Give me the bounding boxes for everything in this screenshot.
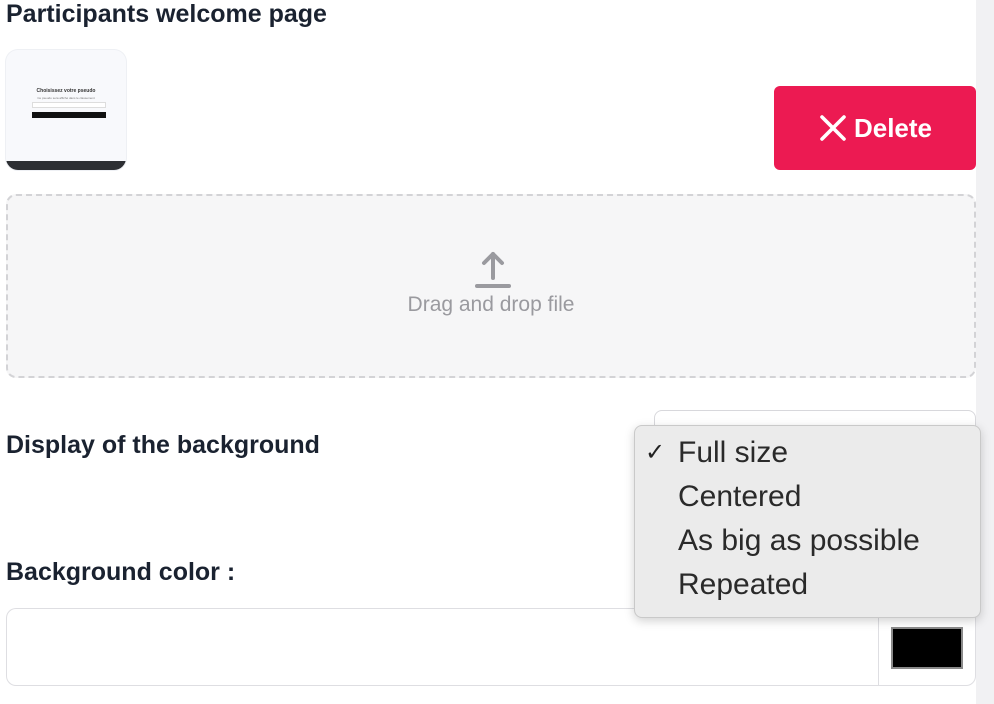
thumbnail-footer (6, 161, 126, 170)
background-display-dropdown: ✓ Full size Centered As big as possible … (634, 425, 981, 618)
thumbnail-subtitle: Ce pseudo sera affiché dans le classemen… (37, 96, 95, 100)
checkmark-icon: ✓ (645, 439, 666, 466)
option-label: Centered (678, 480, 802, 513)
file-dropzone[interactable]: Drag and drop file (6, 194, 976, 378)
option-label: Full size (678, 436, 789, 469)
color-swatch[interactable] (891, 627, 963, 669)
background-color-label: Background color : (6, 558, 236, 586)
background-display-label: Display of the background (6, 431, 320, 459)
dropdown-option-centered[interactable]: Centered (635, 476, 980, 520)
section-title: Participants welcome page (6, 0, 327, 28)
option-label: Repeated (678, 568, 809, 601)
dropdown-option-full-size[interactable]: ✓ Full size (635, 432, 980, 476)
thumbnail-button-preview (32, 112, 106, 118)
welcome-page-thumbnail[interactable]: Choisissez votre pseudo Ce pseudo sera a… (6, 50, 126, 170)
upload-icon (473, 248, 513, 290)
thumbnail-input-preview (32, 102, 106, 108)
background-color-input[interactable] (6, 608, 878, 686)
dropdown-option-repeated[interactable]: Repeated (635, 564, 980, 608)
color-picker[interactable] (878, 608, 976, 686)
dropzone-label: Drag and drop file (407, 293, 575, 316)
thumbnail-title: Choisissez votre pseudo (36, 88, 96, 94)
close-icon (818, 113, 848, 143)
option-label: As big as possible (678, 524, 920, 557)
delete-label: Delete (853, 112, 933, 143)
delete-button[interactable]: Delete (774, 86, 976, 170)
dropdown-option-as-big-as-possible[interactable]: As big as possible (635, 520, 980, 564)
